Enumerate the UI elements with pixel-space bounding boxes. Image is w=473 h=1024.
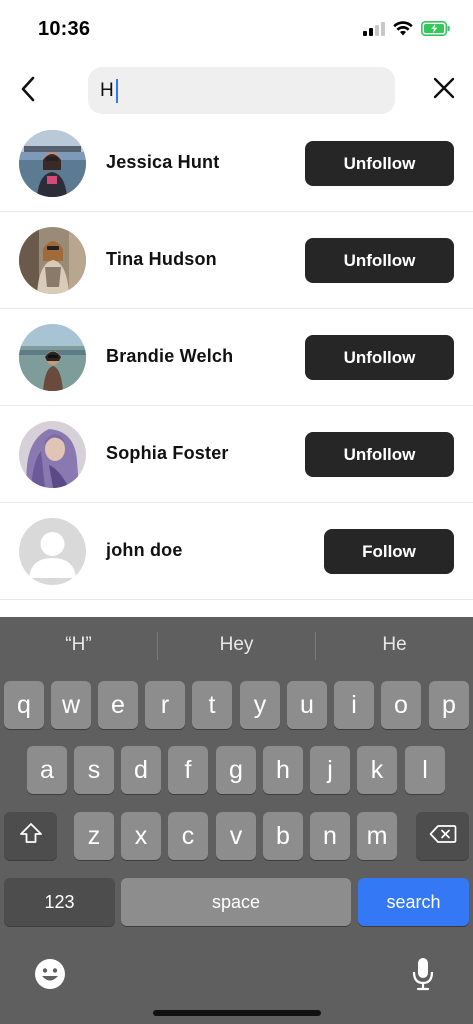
emoji-button[interactable] <box>33 958 67 995</box>
user-name[interactable]: Sophia Foster <box>106 443 229 464</box>
key-o[interactable]: o <box>381 681 421 729</box>
back-button[interactable] <box>12 74 44 108</box>
user-name[interactable]: Jessica Hunt <box>106 152 219 173</box>
suggestion-item[interactable]: He <box>316 617 473 673</box>
unfollow-button[interactable]: Unfollow <box>305 335 454 380</box>
key-i[interactable]: i <box>334 681 374 729</box>
unfollow-button[interactable]: Unfollow <box>305 432 454 477</box>
cellular-signal-icon <box>363 21 385 41</box>
key-b[interactable]: b <box>263 812 303 860</box>
key-p[interactable]: p <box>429 681 469 729</box>
battery-icon <box>421 21 451 41</box>
shift-icon <box>19 822 43 851</box>
key-d[interactable]: d <box>121 746 161 794</box>
wifi-icon <box>393 21 413 41</box>
key-v[interactable]: v <box>216 812 256 860</box>
home-indicator[interactable] <box>153 1010 321 1016</box>
key-n[interactable]: n <box>310 812 350 860</box>
text-caret <box>115 79 118 103</box>
backspace-icon <box>429 822 457 851</box>
numbers-key[interactable]: 123 <box>4 878 115 926</box>
user-row[interactable]: john doe Follow <box>0 503 473 600</box>
search-input-value: H <box>100 80 114 101</box>
key-h[interactable]: h <box>263 746 303 794</box>
dictation-button[interactable] <box>406 957 440 995</box>
user-name[interactable]: Brandie Welch <box>106 346 233 367</box>
user-results-list: Jessica Hunt Unfollow Tina Hudson Unfoll… <box>0 115 473 600</box>
key-j[interactable]: j <box>310 746 350 794</box>
chevron-left-icon <box>20 76 36 107</box>
key-a[interactable]: a <box>27 746 67 794</box>
avatar[interactable] <box>19 227 86 294</box>
shift-key[interactable] <box>4 812 57 860</box>
key-g[interactable]: g <box>216 746 256 794</box>
key-f[interactable]: f <box>168 746 208 794</box>
key-m[interactable]: m <box>357 812 397 860</box>
key-t[interactable]: t <box>192 681 232 729</box>
search-input[interactable]: H <box>100 78 118 104</box>
unfollow-button[interactable]: Unfollow <box>305 141 454 186</box>
clear-search-button[interactable] <box>430 76 458 104</box>
status-icons <box>363 21 451 41</box>
key-l[interactable]: l <box>405 746 445 794</box>
unfollow-button[interactable]: Unfollow <box>305 238 454 283</box>
key-z[interactable]: z <box>74 812 114 860</box>
emoji-icon <box>34 958 66 995</box>
search-key[interactable]: search <box>358 878 469 926</box>
keyboard: “H” Hey He q w e r t y u i o p a s d f g… <box>0 617 473 1024</box>
key-x[interactable]: x <box>121 812 161 860</box>
delete-key[interactable] <box>416 812 469 860</box>
status-time: 10:36 <box>38 18 91 40</box>
key-e[interactable]: e <box>98 681 138 729</box>
search-box[interactable]: H <box>88 67 395 114</box>
avatar[interactable] <box>19 324 86 391</box>
user-row[interactable]: Sophia Foster Unfollow <box>0 406 473 503</box>
user-row[interactable]: Tina Hudson Unfollow <box>0 212 473 309</box>
key-k[interactable]: k <box>357 746 397 794</box>
avatar[interactable] <box>19 130 86 197</box>
key-u[interactable]: u <box>287 681 327 729</box>
key-s[interactable]: s <box>74 746 114 794</box>
user-row[interactable]: Brandie Welch Unfollow <box>0 309 473 406</box>
key-y[interactable]: y <box>240 681 280 729</box>
user-name[interactable]: Tina Hudson <box>106 249 217 270</box>
microphone-icon <box>411 956 435 997</box>
user-name[interactable]: john doe <box>106 540 183 561</box>
key-w[interactable]: w <box>51 681 91 729</box>
suggestion-item[interactable]: “H” <box>0 617 157 673</box>
close-icon <box>433 77 455 104</box>
space-key[interactable]: space <box>121 878 351 926</box>
key-r[interactable]: r <box>145 681 185 729</box>
avatar[interactable] <box>19 518 86 585</box>
follow-button[interactable]: Follow <box>324 529 454 574</box>
key-c[interactable]: c <box>168 812 208 860</box>
status-bar: 10:36 <box>0 0 473 58</box>
suggestion-item[interactable]: Hey <box>158 617 315 673</box>
predictive-suggestions: “H” Hey He <box>0 617 473 673</box>
key-q[interactable]: q <box>4 681 44 729</box>
user-row[interactable]: Jessica Hunt Unfollow <box>0 115 473 212</box>
avatar[interactable] <box>19 421 86 488</box>
